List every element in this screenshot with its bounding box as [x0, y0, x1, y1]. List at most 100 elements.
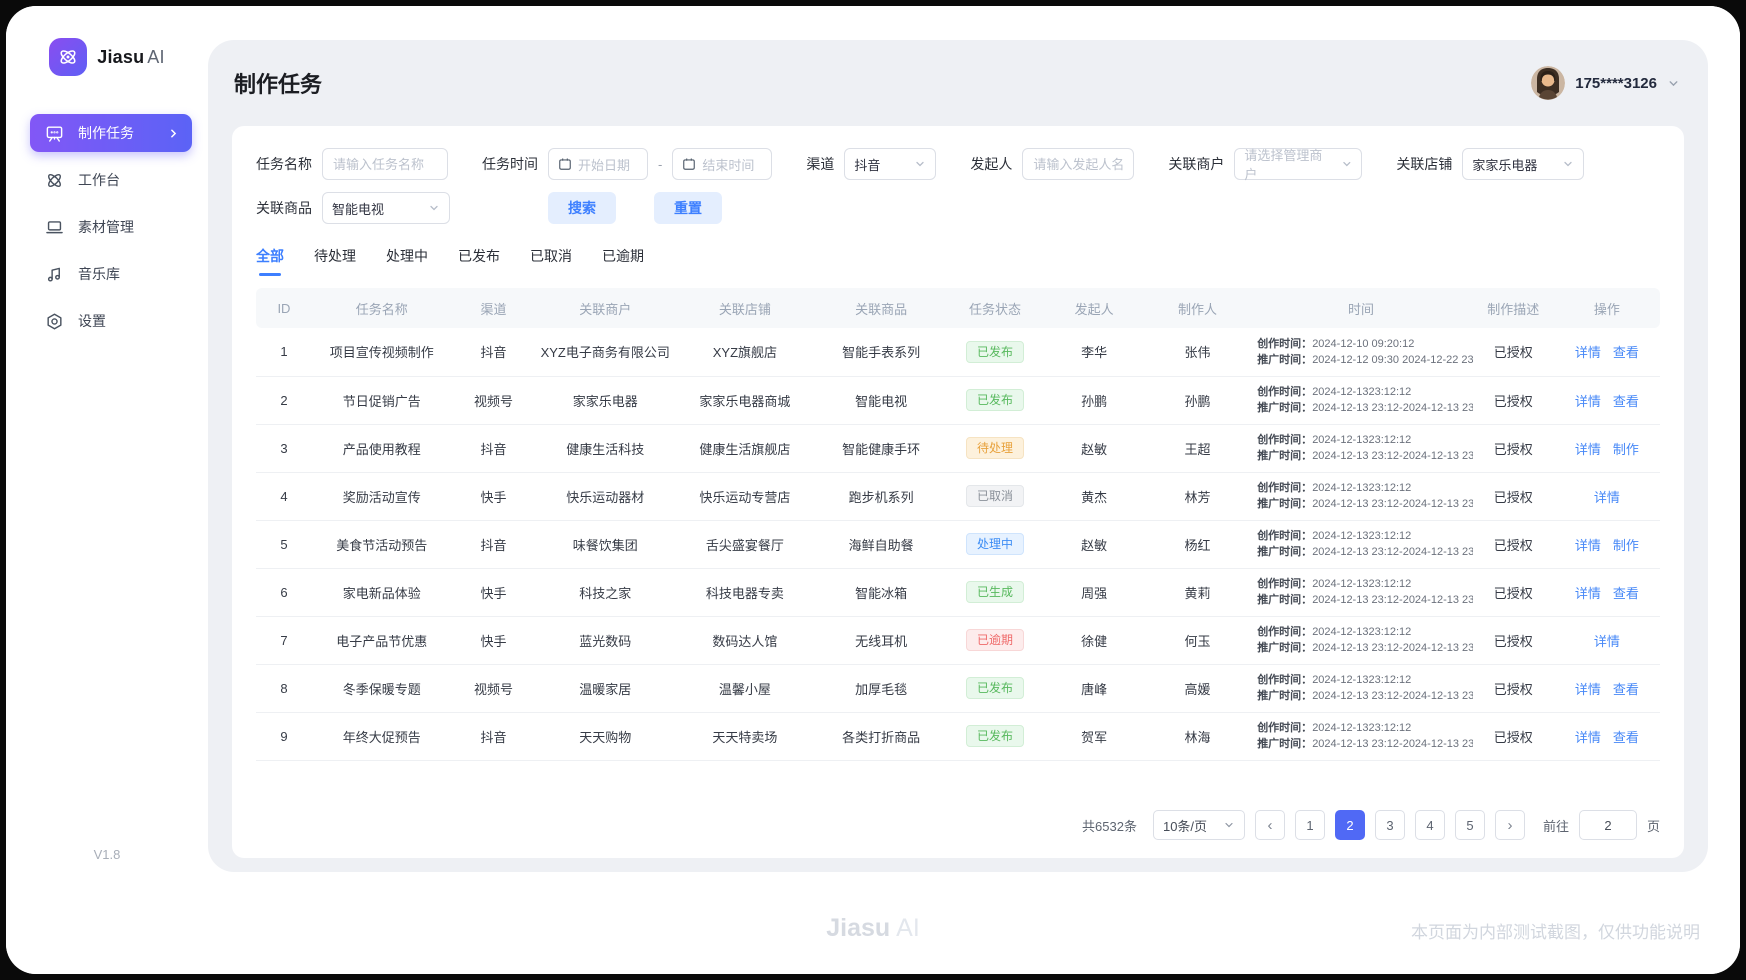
merchant-select[interactable]: 请选择管理商户: [1234, 148, 1362, 180]
cell-id: 3: [256, 424, 312, 472]
action-link[interactable]: 详情: [1575, 442, 1601, 457]
end-date-picker[interactable]: 结束时间: [672, 148, 772, 180]
page-footer: JiasuAI 本页面为内部测试截图，仅供功能说明: [0, 880, 1746, 980]
laptop-icon: [44, 217, 64, 237]
next-page-button[interactable]: ›: [1495, 810, 1525, 840]
table-row: 4 奖励活动宣传 快手 快乐运动器材 快乐运动专营店 跑步机系列 已取消 黄杰 …: [256, 472, 1660, 520]
page-number-button[interactable]: 1: [1295, 810, 1325, 840]
column-header: 关联商品: [815, 288, 948, 328]
sidebar-item-materials[interactable]: 素材管理: [30, 208, 192, 246]
cell-task-name: 节日促销广告: [312, 376, 452, 424]
tab-cancelled[interactable]: 已取消: [530, 246, 572, 276]
start-date-picker[interactable]: 开始日期: [548, 148, 648, 180]
cell-id: 7: [256, 616, 312, 664]
table-header-row: ID任务名称渠道关联商户关联店铺关联商品任务状态发起人制作人时间制作描述操作: [256, 288, 1660, 328]
action-link[interactable]: 查看: [1613, 682, 1639, 697]
table-row: 2 节日促销广告 视频号 家家乐电器 家家乐电器商城 智能电视 已发布 孙鹏 孙…: [256, 376, 1660, 424]
column-header: 关联店铺: [675, 288, 815, 328]
page-size-select[interactable]: 10条/页: [1153, 810, 1245, 840]
cell-product: 智能手表系列: [815, 328, 948, 376]
page-number-button[interactable]: 5: [1455, 810, 1485, 840]
cell-maker: 杨红: [1146, 520, 1249, 568]
shop-select[interactable]: 家家乐电器: [1462, 148, 1584, 180]
cell-merchant: 科技之家: [535, 568, 675, 616]
filter-bar: 任务名称 任务时间 开始日期 - 结束时间: [256, 148, 1660, 224]
cell-actions: 详情制作: [1554, 424, 1660, 472]
user-phone: 175****3126: [1575, 75, 1657, 92]
tab-processing[interactable]: 处理中: [386, 246, 428, 276]
cell-merchant: 家家乐电器: [535, 376, 675, 424]
action-link[interactable]: 详情: [1575, 586, 1601, 601]
initiator-input[interactable]: [1022, 148, 1134, 180]
sidebar-item-settings[interactable]: 设置: [30, 302, 192, 340]
cell-status: 已发布: [947, 664, 1042, 712]
initiator-label: 发起人: [970, 154, 1012, 174]
sidebar-item-tasks[interactable]: 制作任务: [30, 114, 192, 152]
action-link[interactable]: 查看: [1613, 586, 1639, 601]
sidebar-item-music[interactable]: 音乐库: [30, 255, 192, 293]
search-button[interactable]: 搜索: [548, 192, 616, 224]
tab-published[interactable]: 已发布: [458, 246, 500, 276]
page-buttons: 12345: [1295, 810, 1485, 840]
sidebar-item-label: 制作任务: [78, 123, 134, 143]
page-suffix: 页: [1647, 816, 1660, 835]
task-name-input[interactable]: [322, 148, 448, 180]
cell-merchant: 健康生活科技: [535, 424, 675, 472]
status-badge: 已生成: [966, 581, 1024, 603]
action-link[interactable]: 查看: [1613, 345, 1639, 360]
sidebar-item-workbench[interactable]: 工作台: [30, 161, 192, 199]
product-select[interactable]: 智能电视: [322, 192, 450, 224]
action-link[interactable]: 详情: [1575, 394, 1601, 409]
tab-overdue[interactable]: 已逾期: [602, 246, 644, 276]
action-link[interactable]: 详情: [1594, 634, 1620, 649]
cell-actions: 详情查看: [1554, 664, 1660, 712]
cell-product: 海鲜自助餐: [815, 520, 948, 568]
pagination: 共6532条 10条/页 ‹ 12345 › 前往 页: [256, 776, 1660, 840]
action-link[interactable]: 制作: [1613, 442, 1639, 457]
product-label: 关联商品: [256, 198, 312, 218]
action-link[interactable]: 详情: [1575, 345, 1601, 360]
column-header: 制作人: [1146, 288, 1249, 328]
channel-select[interactable]: 抖音: [844, 148, 936, 180]
cell-time: 创作时间：2024-12-1323:12:12 推广时间：2024-12-13 …: [1249, 664, 1473, 712]
action-link[interactable]: 查看: [1613, 730, 1639, 745]
action-link[interactable]: 制作: [1613, 538, 1639, 553]
cell-description: 已授权: [1473, 376, 1554, 424]
prev-page-button[interactable]: ‹: [1255, 810, 1285, 840]
cell-shop: 健康生活旗舰店: [675, 424, 815, 472]
chevron-down-icon: [914, 158, 926, 170]
action-link[interactable]: 详情: [1594, 490, 1620, 505]
tasks-table: ID任务名称渠道关联商户关联店铺关联商品任务状态发起人制作人时间制作描述操作 1…: [256, 288, 1660, 761]
action-link[interactable]: 查看: [1613, 394, 1639, 409]
cell-id: 9: [256, 712, 312, 760]
page-number-button[interactable]: 2: [1335, 810, 1365, 840]
cell-shop: 舌尖盛宴餐厅: [675, 520, 815, 568]
atom-icon: [44, 170, 64, 190]
chevron-right-icon: [167, 127, 180, 140]
tab-pending[interactable]: 待处理: [314, 246, 356, 276]
cell-product: 智能电视: [815, 376, 948, 424]
cell-shop: XYZ旗舰店: [675, 328, 815, 376]
cell-maker: 黄莉: [1146, 568, 1249, 616]
column-header: 任务名称: [312, 288, 452, 328]
brand-logo-icon: [49, 38, 87, 76]
cell-shop: 科技电器专卖: [675, 568, 815, 616]
cell-task-name: 美食节活动预告: [312, 520, 452, 568]
action-link[interactable]: 详情: [1575, 538, 1601, 553]
chevron-down-icon: [1223, 819, 1235, 831]
reset-button[interactable]: 重置: [654, 192, 722, 224]
status-badge: 待处理: [966, 437, 1024, 459]
table-row: 8 冬季保暖专题 视频号 温暖家居 温馨小屋 加厚毛毯 已发布 唐峰 高媛 创作…: [256, 664, 1660, 712]
cell-description: 已授权: [1473, 472, 1554, 520]
page-number-button[interactable]: 4: [1415, 810, 1445, 840]
tab-all[interactable]: 全部: [256, 246, 284, 276]
page-number-button[interactable]: 3: [1375, 810, 1405, 840]
cell-product: 智能健康手环: [815, 424, 948, 472]
action-link[interactable]: 详情: [1575, 730, 1601, 745]
cell-task-name: 奖励活动宣传: [312, 472, 452, 520]
total-count: 共6532条: [1082, 816, 1137, 835]
cell-channel: 视频号: [452, 376, 536, 424]
goto-page-input[interactable]: [1579, 810, 1637, 840]
action-link[interactable]: 详情: [1575, 682, 1601, 697]
user-menu[interactable]: 175****3126: [1531, 66, 1680, 100]
